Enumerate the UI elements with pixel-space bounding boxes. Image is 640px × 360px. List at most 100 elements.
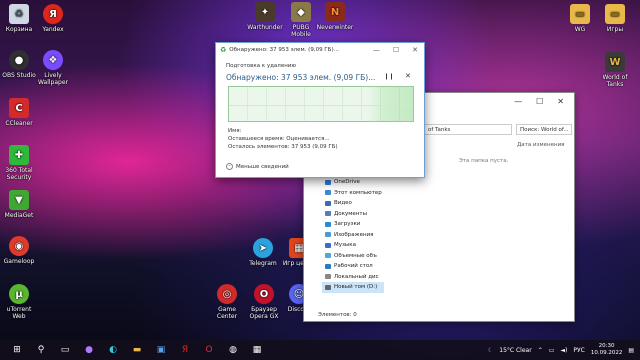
- desktop-icon-label: 360 Total Security: [5, 167, 33, 181]
- nav-item-video[interactable]: Видео: [322, 198, 384, 209]
- desktop-icon-utorrent[interactable]: µ uTorrent Web: [0, 284, 38, 320]
- nav-item-images[interactable]: Изображения: [322, 230, 384, 241]
- desktop-icon-mediaget[interactable]: ▼ MediaGet: [0, 190, 38, 219]
- minimize-button[interactable]: —: [373, 46, 380, 54]
- less-details-button[interactable]: ⌃ Меньше сведений: [226, 163, 289, 170]
- progress-info: Имя: Оставшееся время: Оценивается... Ос…: [228, 127, 338, 151]
- found-items-heading: Обнаружено: 37 953 элем. (9,09 ГБ)...: [226, 73, 376, 82]
- desktop-icon-recycle-bin[interactable]: ♻ Корзина: [0, 4, 38, 33]
- folder-icon: ▬: [605, 4, 625, 24]
- clock[interactable]: 20:30 10.09.2022: [591, 343, 623, 357]
- game-center-icon: ◎: [217, 284, 237, 304]
- language-indicator[interactable]: РУС: [573, 347, 584, 354]
- nav-item-label: Объемные объ: [334, 252, 377, 259]
- desktop-icon-obs[interactable]: ● OBS Studio: [0, 50, 38, 79]
- desktop-icon-label: Lively Wallpaper: [37, 72, 68, 86]
- nav-item-downloads[interactable]: Загрузки: [322, 219, 384, 230]
- pause-button[interactable]: ❙❙: [384, 73, 394, 80]
- steam-icon[interactable]: ◍: [226, 343, 240, 357]
- nav-item-label: Загрузки: [334, 221, 361, 228]
- desktop-icon-label: PUBG Mobile: [291, 24, 311, 38]
- desktop-icon-lively[interactable]: ❖ Lively Wallpaper: [34, 50, 72, 86]
- close-button[interactable]: ✕: [557, 97, 564, 106]
- column-header-date[interactable]: Дата изменения: [517, 142, 564, 148]
- dialog-subtitle: Подготовка к удалению: [226, 63, 297, 69]
- store-icon[interactable]: ▣: [154, 343, 168, 357]
- address-bar[interactable]: of Tanks: [424, 124, 512, 135]
- yandex-browser-icon[interactable]: Я: [178, 343, 192, 357]
- desktop-icon-label: Yandex: [42, 26, 64, 33]
- nav-item-local-disk[interactable]: Локальный дис: [322, 272, 384, 283]
- nav-item-label: Рабочий стол: [334, 263, 373, 270]
- maximize-button[interactable]: ☐: [393, 46, 399, 54]
- notifications-icon[interactable]: ▤: [628, 347, 634, 354]
- nav-item-documents[interactable]: Документы: [322, 209, 384, 220]
- weather-text[interactable]: 15°C Clear: [499, 347, 531, 354]
- nav-item-3d-objects[interactable]: Объемные объ: [322, 251, 384, 262]
- weather-icon[interactable]: ☾: [488, 347, 493, 354]
- file-explorer-icon[interactable]: ▬: [130, 343, 144, 357]
- volume-icon[interactable]: ◄): [560, 347, 567, 354]
- nav-item-label: Музыка: [334, 242, 356, 249]
- downloads-icon: [325, 221, 331, 227]
- desktop-icon-label: MediaGet: [4, 212, 34, 219]
- desktop-icon-ccleaner[interactable]: C CCleaner: [0, 98, 38, 127]
- edge-icon[interactable]: ◐: [106, 343, 120, 357]
- status-bar: Элементов: 0: [318, 312, 357, 318]
- dialog-titlebar: ♻ Обнаружено: 37 953 элем. (9,09 ГБ)... …: [216, 43, 424, 57]
- less-details-label: Меньше сведений: [236, 163, 289, 170]
- 3d-objects-icon: [325, 253, 331, 259]
- desktop-icon-folder-games[interactable]: ▬ Игры: [596, 4, 634, 33]
- desktop-icon-opera-gx[interactable]: O Браузер Opera GX: [245, 284, 283, 320]
- desktop-icon-yandex[interactable]: Я Yandex: [34, 4, 72, 33]
- desktop-icon-label: Игры: [606, 26, 624, 33]
- nav-item-desktop[interactable]: Рабочий стол: [322, 261, 384, 272]
- desktop-icon-neverwinter[interactable]: N Neverwinter: [316, 2, 354, 31]
- desktop-icon-telegram[interactable]: ➤ Telegram: [244, 238, 282, 267]
- opera-gx-icon: O: [254, 284, 274, 304]
- remaining-items: Осталось элементов: 37 953 (9,09 ГБ): [228, 144, 338, 150]
- desktop-icon-label: WG: [574, 26, 586, 33]
- desktop-icon-label: Корзина: [5, 26, 33, 33]
- dialog-title: Обнаружено: 37 953 элем. (9,09 ГБ)...: [229, 47, 339, 53]
- network-icon[interactable]: ▭: [549, 347, 555, 354]
- start-button[interactable]: ⊞: [10, 343, 24, 357]
- nav-item-label: Локальный дис: [334, 273, 379, 280]
- desktop-icon-360-security[interactable]: ✚ 360 Total Security: [0, 145, 38, 181]
- clock-time: 20:30: [598, 343, 615, 349]
- minimize-button[interactable]: —: [514, 97, 522, 106]
- desktop-icon-world-of-tanks[interactable]: W World of Tanks: [596, 52, 634, 88]
- opera-gx-icon[interactable]: O: [202, 343, 216, 357]
- alice-icon[interactable]: ●: [82, 343, 96, 357]
- desktop-icon-label: World of Tanks: [602, 74, 628, 88]
- desktop-icon-pubg[interactable]: ◆ PUBG Mobile: [282, 2, 320, 38]
- drive-icon: [325, 274, 331, 280]
- pubg-icon: ◆: [291, 2, 311, 22]
- maximize-button[interactable]: ☐: [536, 97, 543, 106]
- clock-date: 10.09.2022: [590, 350, 623, 356]
- desktop-icon-label: Gameloop: [3, 258, 35, 265]
- nav-item-music[interactable]: Музыка: [322, 240, 384, 251]
- wot-icon: W: [605, 52, 625, 72]
- task-view-icon[interactable]: ▭: [58, 343, 72, 357]
- nav-item-label: Новый том (D:): [334, 284, 378, 291]
- desktop-icon-game-center[interactable]: ◎ Game Center: [208, 284, 246, 320]
- close-button[interactable]: ✕: [412, 46, 418, 54]
- desktop-icon-folder-wg[interactable]: ▬ WG: [561, 4, 599, 33]
- nav-item-onedrive[interactable]: OneDrive: [322, 177, 384, 188]
- desktop-icon-label: CCleaner: [5, 120, 33, 127]
- search-input[interactable]: Поиск: World of...: [516, 124, 572, 135]
- desktop-icon-gameloop[interactable]: ◉ Gameloop: [0, 236, 38, 265]
- recycle-bin-icon: ♻: [9, 4, 29, 24]
- delete-progress-dialog[interactable]: ♻ Обнаружено: 37 953 элем. (9,09 ГБ)... …: [215, 42, 425, 178]
- search-icon[interactable]: ⚲: [34, 343, 48, 357]
- music-icon: [325, 242, 331, 248]
- onedrive-icon: [325, 179, 331, 185]
- cancel-button[interactable]: ✕: [405, 72, 411, 80]
- tray-chevron-icon[interactable]: ⌃: [538, 347, 543, 354]
- nav-item-this-pc[interactable]: Этот компьютер: [322, 188, 384, 199]
- wot-icon[interactable]: ▦: [250, 343, 264, 357]
- empty-folder-text: Эта папка пуста.: [459, 158, 509, 164]
- nav-item-new-volume-d[interactable]: Новый том (D:): [322, 282, 384, 293]
- desktop-icon-warthunder[interactable]: ✦ Warthunder: [246, 2, 284, 31]
